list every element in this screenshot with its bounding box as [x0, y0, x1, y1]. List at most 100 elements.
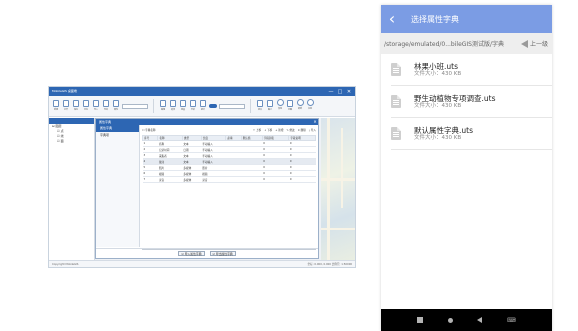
- map-road: [341, 128, 343, 208]
- file-icon: [391, 95, 401, 108]
- field-table: 序号 名称 类型 长度 必填 默认值 字段别名 字段说明 1 名称 文本 手动输入 0 0…: [141, 135, 316, 183]
- ribbon-label: 漫游: [277, 107, 282, 110]
- table-body: 1 名称 文本 手动输入 0 0 2 记录时间 日期 手动输入 0 0 3 采集者 文本 手动输入 0 0 4 备注文…: [142, 140, 316, 183]
- dialog-toolbar: ☐ 字典名称 ↑ 上移 ↓ 下移 + 新增 ✎ 修改 ✕ 删除 ⤓ 导入: [142, 127, 316, 133]
- new-file-icon: [53, 99, 59, 107]
- ribbon-label: 属性: [113, 108, 118, 111]
- ribbon-label: 新建: [53, 108, 58, 111]
- table-cell: 录音: [157, 176, 183, 183]
- file-text: 野生动植物专项调查.uts 文件大小：430 KB: [414, 94, 496, 110]
- hand-icon: [276, 98, 284, 106]
- table-cell: 录音: [201, 176, 226, 183]
- dialog-main: ☐ 字典名称 ↑ 上移 ↓ 下移 + 新增 ✎ 修改 ✕ 删除 ⤓ 导入 序号 …: [141, 127, 316, 250]
- file-icon: [391, 127, 401, 140]
- ribbon-button-full-extent[interactable]: 全图: [286, 99, 294, 114]
- app-bar: ‹ 选择属性字典: [381, 5, 552, 33]
- ribbon-label: 保存: [73, 108, 78, 111]
- table-row[interactable]: 7 录音 多媒体 录音 0 0: [142, 176, 316, 183]
- ribbon-button-refresh[interactable]: 刷新: [296, 98, 304, 114]
- ribbon-button-attributes[interactable]: 属性: [112, 99, 120, 114]
- ribbon-label: 打开: [63, 108, 68, 111]
- attributes-icon: [113, 99, 119, 107]
- ribbon-button-statistics[interactable]: 统计: [199, 99, 207, 114]
- ribbon-button-select[interactable]: 选择: [169, 99, 177, 114]
- window-controls: — □ ✕: [328, 89, 352, 95]
- ribbon-button-zoom-out[interactable]: 缩小: [266, 99, 274, 114]
- ribbon-button-save[interactable]: 保存: [72, 99, 80, 114]
- zoom-out-icon: [267, 99, 273, 107]
- ribbon-button-import[interactable]: 导入: [92, 99, 100, 114]
- close-window-button[interactable]: ✕: [346, 89, 352, 95]
- import-dictionary-button[interactable]: ☑ 导入属性字典: [178, 251, 205, 256]
- ribbon-toolbar: 新建 打开 保存 另存 导入 导出 属性 编辑 选择 测量 分析 统计 放大 缩…: [49, 96, 355, 117]
- ribbon-label: 导出: [103, 108, 108, 111]
- globe-icon: [287, 99, 293, 107]
- file-list-item[interactable]: 默认属性字典.uts 文件大小：430 KB: [391, 118, 552, 150]
- ribbon-button-pan[interactable]: 漫游: [276, 98, 284, 114]
- ribbon-label: 选择: [170, 108, 175, 111]
- export-dictionary-button[interactable]: ☑ 导出属性字典: [209, 251, 236, 256]
- dictionary-name-checkbox[interactable]: ☐ 字典名称: [142, 128, 156, 132]
- import-button[interactable]: ⤓ 导入: [309, 128, 316, 132]
- desktop-title: MobileGIS 桌面端: [52, 89, 77, 93]
- minimize-button[interactable]: —: [328, 89, 334, 95]
- file-list-item[interactable]: 林果小班.uts 文件大小：430 KB: [391, 54, 552, 86]
- ribbon-button-bookmark[interactable]: 书签: [306, 98, 314, 114]
- select-icon: [170, 99, 176, 107]
- map-area[interactable]: 属性字典 ✕ 属性字典 字典项 ☐ 字典名称 ↑ 上移 ↓ 下移 + 新增 ✎ …: [95, 118, 355, 260]
- modify-button[interactable]: ✎ 修改: [286, 128, 294, 132]
- back-arrow-icon[interactable]: ‹: [381, 5, 403, 33]
- dialog-close-button[interactable]: ✕: [312, 119, 318, 125]
- file-name: 林果小班.uts: [414, 61, 458, 71]
- ribbon-label: 导入: [93, 108, 98, 111]
- ruler-icon: [180, 99, 186, 107]
- ribbon-label: 全图: [287, 108, 292, 111]
- recent-apps-icon[interactable]: [417, 317, 424, 323]
- current-path: /storage/emulated/0...bileGIS测试版/字典: [384, 41, 505, 48]
- table-cell: 7: [142, 176, 158, 183]
- home-icon[interactable]: [447, 317, 453, 323]
- keyboard-icon[interactable]: ⌨: [507, 317, 516, 324]
- up-level-button[interactable]: 上一级: [520, 39, 548, 48]
- file-list-item[interactable]: 野生动植物专项调查.uts 文件大小：430 KB: [391, 86, 552, 118]
- ribbon-button-export[interactable]: 导出: [102, 99, 110, 114]
- map-road: [327, 118, 330, 260]
- layer-combo[interactable]: [122, 103, 148, 109]
- ribbon-label: 缩小: [267, 108, 272, 111]
- map-road: [321, 228, 355, 230]
- ribbon-button-save-as[interactable]: 另存: [82, 99, 90, 114]
- move-up-button[interactable]: ↑ 上移: [253, 128, 261, 132]
- side-item-entries[interactable]: 字典项: [96, 132, 139, 139]
- maximize-button[interactable]: □: [337, 89, 343, 95]
- side-item-dictionary[interactable]: 属性字典: [96, 125, 139, 132]
- system-nav-bar: ⌨: [381, 309, 552, 331]
- desktop-window: MobileGIS 桌面端 — □ ✕ 新建 打开 保存 另存 导入 导出 属性…: [48, 86, 356, 268]
- ribbon-label: 另存: [83, 108, 88, 111]
- import-icon: [93, 99, 99, 107]
- ribbon-button-zoom-in[interactable]: 放大: [256, 99, 264, 114]
- delete-button[interactable]: ✕ 删除: [298, 128, 306, 132]
- tree-node-polygon[interactable]: ☑ 面: [49, 139, 94, 144]
- ribbon-button-measure[interactable]: 测量: [179, 99, 187, 114]
- status-text-left: Copyright MobileGIS: [52, 263, 79, 266]
- ribbon-button-new[interactable]: 新建: [52, 99, 60, 114]
- arrow-up-icon: [520, 39, 528, 48]
- file-text: 默认属性字典.uts 文件大小：430 KB: [414, 126, 473, 142]
- scale-combo[interactable]: [219, 103, 245, 109]
- map-preview[interactable]: [321, 118, 355, 260]
- status-bar: Copyright MobileGIS 坐标: 0.000, 0.000 比例尺…: [49, 260, 355, 267]
- up-level-label: 上一级: [529, 41, 548, 48]
- dialog-footer: ☑ 导入属性字典 ☑ 导出属性字典: [96, 248, 318, 258]
- toggle-switch[interactable]: [209, 104, 217, 108]
- nav-back-icon[interactable]: [477, 317, 483, 323]
- ribbon-label: 书签: [307, 107, 312, 110]
- ribbon-button-analyze[interactable]: 分析: [189, 99, 197, 114]
- analysis-icon: [190, 99, 196, 107]
- status-text-right: 坐标: 0.000, 0.000 比例尺: 1:50000: [307, 263, 352, 266]
- add-button[interactable]: + 新增: [275, 128, 283, 132]
- ribbon-button-open[interactable]: 打开: [62, 99, 70, 114]
- move-down-button[interactable]: ↓ 下移: [264, 128, 272, 132]
- ribbon-button-edit[interactable]: 编辑: [159, 99, 167, 114]
- ribbon-label: 测量: [180, 108, 185, 111]
- layer-tree-panel: ⊟ 图层 ☑ 点 ☑ 线 ☑ 面: [49, 118, 95, 260]
